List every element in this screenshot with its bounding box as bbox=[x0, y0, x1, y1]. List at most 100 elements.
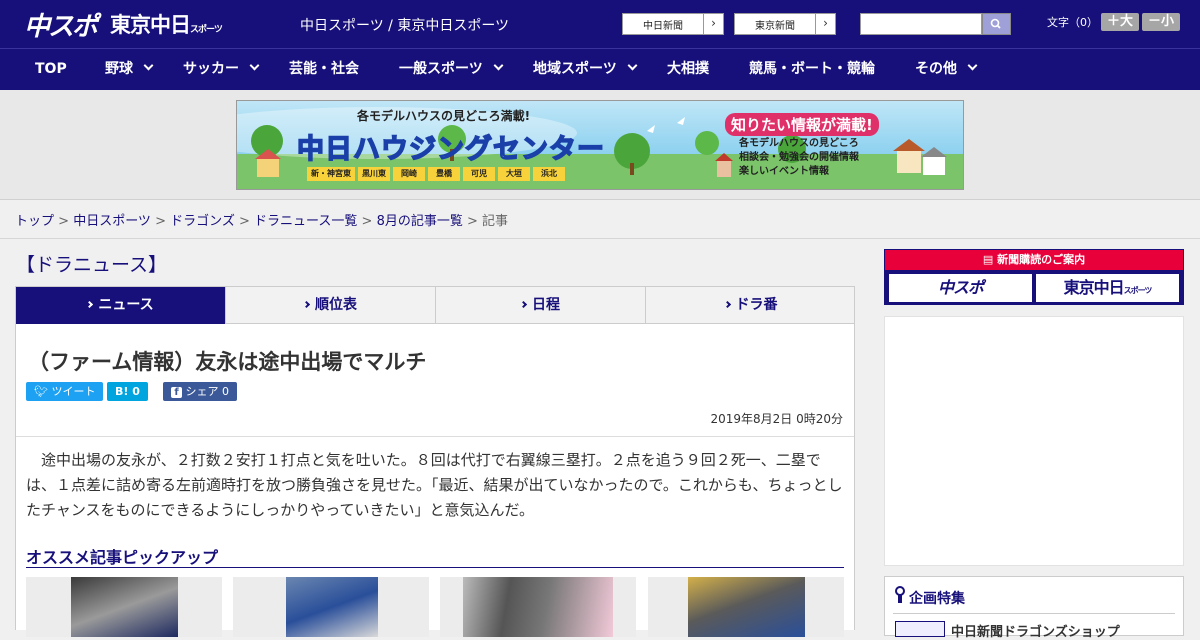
nav-item-other[interactable]: その他 bbox=[915, 49, 978, 90]
banner-location: 大垣 bbox=[498, 167, 530, 181]
subscription-header-label: 新聞購読のご案内 bbox=[997, 253, 1086, 266]
nav-label: 一般スポーツ bbox=[399, 61, 483, 77]
nav-label: TOP bbox=[35, 61, 67, 77]
tokyo-shimbun-link[interactable]: 東京新聞 › bbox=[734, 13, 836, 35]
chevron-down-icon bbox=[143, 60, 154, 71]
chunichi-shimbun-link[interactable]: 中日新聞 › bbox=[622, 13, 724, 35]
banner-location: 豊橋 bbox=[428, 167, 460, 181]
breadcrumb-sep: > bbox=[462, 214, 483, 229]
tab-schedule[interactable]: 日程 bbox=[436, 287, 646, 324]
chunichi-shimbun-label: 中日新聞 bbox=[643, 21, 683, 32]
nav-item-entertainment[interactable]: 芸能・社会 bbox=[289, 49, 359, 90]
search-input[interactable] bbox=[860, 13, 982, 35]
subscribe-chuspo-button[interactable]: 中スポ bbox=[889, 274, 1032, 302]
pickup-title: オススメ記事ピックアップ bbox=[26, 548, 219, 567]
chuspo-logo[interactable]: 中スポ bbox=[24, 6, 98, 43]
nav-item-soccer[interactable]: サッカー bbox=[183, 49, 260, 90]
tab-standings[interactable]: 順位表 bbox=[226, 287, 436, 324]
nav-label: 地域スポーツ bbox=[533, 61, 617, 77]
sidebar-ad-slot[interactable] bbox=[884, 316, 1184, 566]
banner-locations: 新・神宮東 黒川東 岡崎 豊橋 可児 大垣 浜北 bbox=[307, 167, 565, 181]
site-tagline: 中日スポーツ / 東京中日スポーツ bbox=[300, 18, 510, 34]
nav-label: その他 bbox=[915, 61, 957, 77]
nav-label: 競馬・ボート・競輪 bbox=[749, 61, 875, 77]
subscribe-tokyo-chunichi-button[interactable]: 東京中日スポーツ bbox=[1036, 274, 1179, 302]
tweet-button[interactable]: 🐦︎ ツイート bbox=[26, 382, 104, 401]
pickup-thumbnail[interactable] bbox=[440, 577, 636, 637]
bookmark-icon bbox=[895, 586, 905, 604]
ad-area: 各モデルハウスの見どころ満載! 中日ハウジングセンター 新・神宮東 黒川東 岡崎… bbox=[0, 90, 1200, 200]
chevron-right-icon bbox=[723, 300, 731, 309]
news-tabs: ニュース 順位表 日程 ドラ番 bbox=[15, 286, 856, 331]
banner-location: 浜北 bbox=[533, 167, 565, 181]
nav-label: 野球 bbox=[105, 61, 133, 77]
subscribe-tokyo-label: 東京中日 bbox=[1063, 278, 1125, 297]
tab-news[interactable]: ニュース bbox=[16, 287, 226, 331]
pickup-photo bbox=[688, 577, 805, 637]
tokyo-logo-small: スポーツ bbox=[190, 25, 223, 35]
pickup-thumbnail[interactable] bbox=[233, 577, 429, 637]
tokyo-chunichi-logo[interactable]: 東京中日スポーツ bbox=[110, 9, 223, 39]
search-button[interactable] bbox=[982, 13, 1011, 35]
breadcrumb-dragons[interactable]: ドラゴンズ bbox=[170, 214, 235, 229]
banner-tagline: 各モデルハウスの見どころ満載! bbox=[357, 109, 531, 123]
feature-item-dragons-shop[interactable]: 中日新聞ドラゴンズショップ bbox=[951, 621, 1120, 640]
nav-item-regional-sports[interactable]: 地域スポーツ bbox=[533, 49, 638, 90]
pickup-thumbnail[interactable] bbox=[26, 577, 222, 637]
chevron-down-icon bbox=[967, 60, 978, 71]
nav-label: サッカー bbox=[183, 61, 239, 77]
nav-label: 大相撲 bbox=[667, 61, 709, 77]
newspaper-icon: ▤ bbox=[982, 253, 994, 266]
breadcrumb: トップ > 中日スポーツ > ドラゴンズ > ドラニュース一覧 > 8月の記事一… bbox=[15, 210, 508, 229]
tweet-label: ツイート bbox=[51, 385, 96, 398]
pickup-thumbnail[interactable] bbox=[648, 577, 844, 637]
breadcrumb-dora-news-list[interactable]: ドラニュース一覧 bbox=[254, 214, 357, 229]
article-divider bbox=[16, 436, 854, 437]
tab-doraban[interactable]: ドラ番 bbox=[646, 287, 856, 324]
subscribe-tokyo-small: スポーツ bbox=[1123, 286, 1153, 295]
facebook-share-button[interactable]: f シェア 0 bbox=[163, 382, 237, 401]
hatena-bookmark-button[interactable]: B! 0 bbox=[107, 382, 148, 401]
pickup-divider bbox=[26, 567, 844, 568]
section-title: 【ドラニュース】 bbox=[16, 254, 168, 276]
nav-item-top[interactable]: TOP bbox=[35, 49, 67, 90]
facebook-icon: f bbox=[171, 387, 182, 398]
chevron-down-icon bbox=[493, 60, 504, 71]
feature-box: 企画特集 中日新聞ドラゴンズショップ bbox=[884, 576, 1184, 640]
subscription-header: ▤ 新聞購読のご案内 bbox=[885, 250, 1183, 270]
chevron-right-icon bbox=[302, 300, 311, 309]
article-headline: （ファーム情報）友永は途中出場でマルチ bbox=[28, 350, 427, 374]
pickup-photo bbox=[71, 577, 178, 637]
search-icon bbox=[990, 18, 1001, 29]
font-smaller-button[interactable]: －小 bbox=[1142, 13, 1180, 31]
banner-title: 中日ハウジングセンター bbox=[296, 133, 605, 166]
breadcrumb-sep: > bbox=[234, 214, 255, 229]
banner-point: 各モデルハウスの見どころ bbox=[739, 138, 859, 149]
nav-item-general-sports[interactable]: 一般スポーツ bbox=[399, 49, 504, 90]
nav-item-racing[interactable]: 競馬・ボート・競輪 bbox=[749, 49, 875, 90]
nav-label: 芸能・社会 bbox=[289, 61, 359, 77]
nav-item-baseball[interactable]: 野球 bbox=[105, 49, 154, 90]
nav-item-sumo[interactable]: 大相撲 bbox=[667, 49, 709, 90]
banner-location: 岡崎 bbox=[393, 167, 425, 181]
tokyo-shimbun-label: 東京新聞 bbox=[755, 21, 795, 32]
tab-label: ニュース bbox=[98, 297, 154, 313]
article: （ファーム情報）友永は途中出場でマルチ 🐦︎ ツイート B! 0 f シェア 0… bbox=[15, 324, 855, 637]
banner-location: 黒川東 bbox=[358, 167, 390, 181]
banner-location: 新・神宮東 bbox=[307, 167, 355, 181]
housing-center-banner[interactable]: 各モデルハウスの見どころ満載! 中日ハウジングセンター 新・神宮東 黒川東 岡崎… bbox=[236, 100, 964, 190]
breadcrumb-august-list[interactable]: 8月の記事一覧 bbox=[377, 214, 463, 229]
breadcrumb-current: 記事 bbox=[482, 214, 509, 229]
chevron-right-icon: › bbox=[703, 14, 723, 34]
breadcrumb-chunichi-sports[interactable]: 中日スポーツ bbox=[73, 214, 151, 229]
tab-label: 日程 bbox=[532, 297, 560, 313]
pickup-photo bbox=[463, 577, 613, 637]
feature-item-thumb[interactable] bbox=[895, 621, 945, 637]
chevron-down-icon bbox=[627, 60, 638, 71]
facebook-share-label: シェア 0 bbox=[185, 385, 230, 398]
breadcrumb-top[interactable]: トップ bbox=[15, 214, 54, 229]
font-larger-button[interactable]: ＋大 bbox=[1101, 13, 1139, 31]
banner-points: 各モデルハウスの見どころ 相談会・勉強会の開催情報 楽しいイベント情報 bbox=[739, 137, 859, 179]
chevron-right-icon: › bbox=[815, 14, 835, 34]
article-date: 2019年8月2日 0時20分 bbox=[710, 412, 843, 426]
